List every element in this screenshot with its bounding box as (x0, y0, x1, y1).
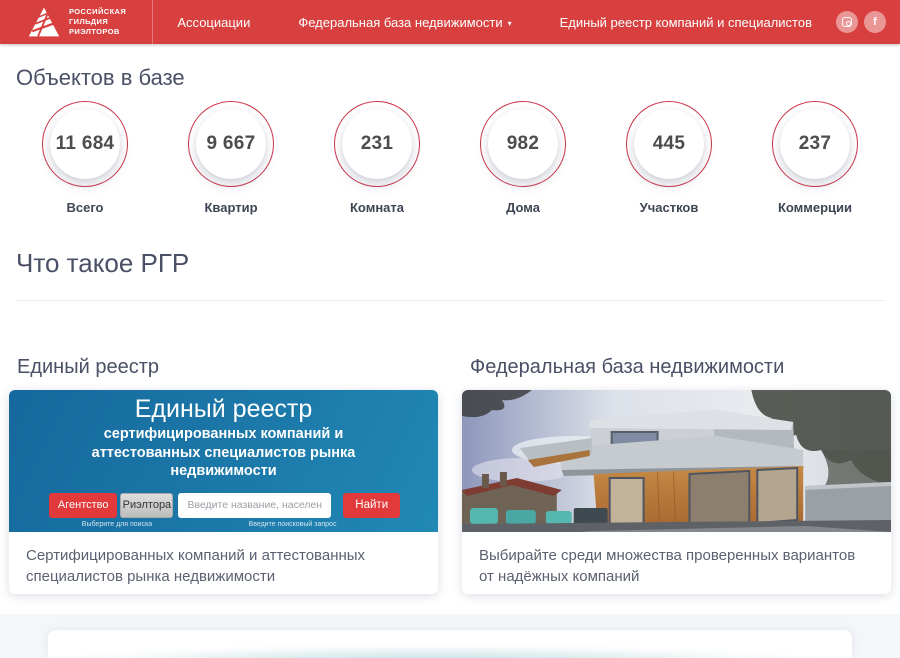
stats-row: 11 684 Всего 9 667 Квартир 231 Комната 9… (16, 101, 884, 215)
chevron-down-icon: ▾ (508, 19, 512, 28)
stats-section: Объектов в базе 11 684 Всего 9 667 Кварт… (0, 65, 900, 215)
about-title: Что такое РГР (16, 248, 884, 279)
bottom-card (48, 630, 852, 658)
stat-label: Дома (478, 200, 568, 215)
stat-label: Коммерции (770, 200, 860, 215)
instagram-icon (842, 17, 852, 27)
about-section: Что такое РГР (0, 248, 900, 279)
stat-rooms: 231 Комната (332, 101, 422, 215)
bottom-band (0, 614, 900, 658)
registry-card[interactable]: Единый реестр сертифицированных компаний… (9, 390, 438, 594)
registry-banner: Единый реестр сертифицированных компаний… (9, 390, 438, 532)
stat-total: 11 684 Всего (40, 101, 130, 215)
search-hints: Выберите для поиска Введите поисковый за… (49, 521, 400, 528)
fbn-card[interactable]: Выбирайте среди множества проверенных ва… (462, 390, 891, 594)
stat-plots: 445 Участков (624, 101, 714, 215)
stat-commercial: 237 Коммерции (770, 101, 860, 215)
stat-apartments: 9 667 Квартир (186, 101, 276, 215)
stat-value: 982 (488, 109, 558, 179)
nav-item-registry[interactable]: Единый реестр компаний и специалистов (536, 0, 836, 44)
agency-button[interactable]: Агентство (49, 493, 117, 518)
header: РОССИЙСКАЯ ГИЛЬДИЯ РИЭЛТОРОВ Ассоциации … (0, 0, 900, 44)
stat-label: Комната (332, 200, 422, 215)
map-preview-image (48, 642, 852, 658)
stat-value: 231 (342, 109, 412, 179)
fbn-column: Федеральная база недвижимости (462, 356, 891, 594)
logo[interactable]: РОССИЙСКАЯ ГИЛЬДИЯ РИЭЛТОРОВ (0, 0, 153, 44)
house-photo (462, 390, 891, 532)
hint-query: Введите поисковый запрос (185, 521, 400, 528)
main-nav: Ассоциации Федеральная база недвижимости… (153, 0, 836, 44)
registry-heading: Единый реестр (17, 356, 438, 379)
stat-houses: 982 Дома (478, 101, 568, 215)
registry-column: Единый реестр Единый реестр сертифициров… (9, 356, 438, 594)
social-links: f (836, 11, 886, 33)
registry-banner-subtitle: сертифицированных компаний и аттестованн… (51, 425, 396, 481)
fbn-caption: Выбирайте среди множества проверенных ва… (462, 532, 891, 594)
stat-value: 237 (780, 109, 850, 179)
hint-choose: Выберите для поиска (49, 521, 185, 528)
facebook-button[interactable]: f (864, 11, 886, 33)
fbn-heading: Федеральная база недвижимости (470, 356, 891, 379)
nav-item-associations[interactable]: Ассоциации (153, 0, 274, 44)
stat-value: 445 (634, 109, 704, 179)
cards-section: Единый реестр Единый реестр сертифициров… (0, 356, 900, 594)
realtor-button[interactable]: Риэлтора (120, 493, 173, 518)
stat-value: 11 684 (50, 109, 120, 179)
stat-value: 9 667 (196, 109, 266, 179)
logo-text: РОССИЙСКАЯ ГИЛЬДИЯ РИЭЛТОРОВ (69, 7, 126, 37)
rgr-logo-icon (27, 6, 61, 38)
registry-banner-title: Единый реестр (9, 395, 438, 424)
section-divider (16, 300, 884, 301)
page: РОССИЙСКАЯ ГИЛЬДИЯ РИЭЛТОРОВ Ассоциации … (0, 0, 900, 658)
nav-item-federal-base[interactable]: Федеральная база недвижимости ▾ (274, 0, 535, 44)
search-button[interactable]: Найти (343, 493, 400, 518)
registry-search-row: Агентство Риэлтора Найти (49, 493, 400, 518)
stat-label: Всего (40, 200, 130, 215)
stat-label: Квартир (186, 200, 276, 215)
registry-search-input[interactable] (178, 493, 331, 518)
stats-title: Объектов в базе (16, 65, 884, 91)
instagram-button[interactable] (836, 11, 858, 33)
facebook-icon: f (873, 16, 877, 28)
stat-label: Участков (624, 200, 714, 215)
